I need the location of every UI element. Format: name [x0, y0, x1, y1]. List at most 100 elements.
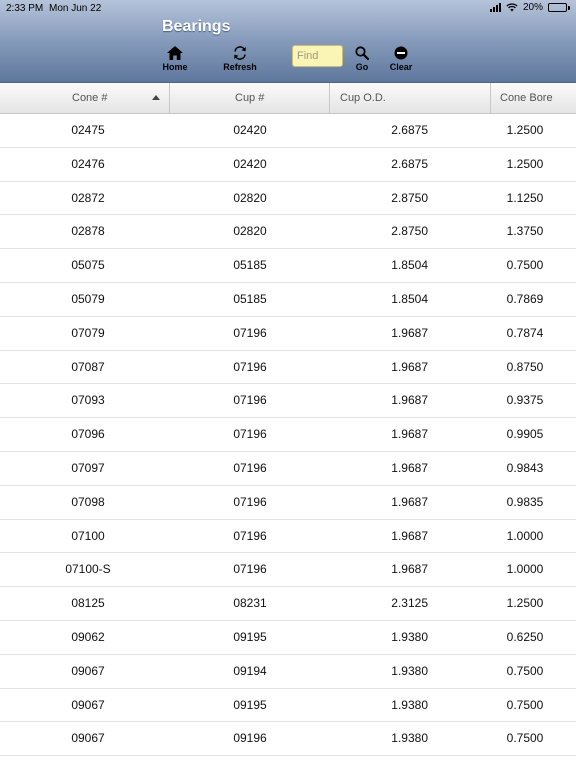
cup-od-cell: 1.8504: [391, 258, 428, 273]
table-row[interactable]: 07100 07196 1.9687 1.0000: [0, 520, 576, 554]
table-row[interactable]: 07079 07196 1.9687 0.7874: [0, 317, 576, 351]
cup-od-cell: 1.9687: [391, 528, 428, 543]
table-row[interactable]: 09067 09195 1.9380 0.7500: [0, 689, 576, 723]
cup-od-cell: 2.3125: [391, 596, 428, 611]
cone-number-cell: 07093: [71, 393, 105, 408]
wifi-icon: [506, 3, 518, 12]
cone-number-cell: 05079: [71, 291, 105, 306]
cup-od-cell: 1.9687: [391, 562, 428, 577]
cup-od-cell: 1.9380: [391, 697, 428, 712]
clear-button[interactable]: Clear: [376, 46, 426, 72]
cone-bore-cell: 0.7500: [506, 258, 544, 273]
cup-od-cell: 2.8750: [391, 224, 428, 239]
sort-ascending-icon: [152, 95, 160, 100]
cup-od-cell: 1.9687: [391, 460, 428, 475]
table-row[interactable]: 07096 07196 1.9687 0.9905: [0, 418, 576, 452]
cup-od-cell: 1.9687: [391, 494, 428, 509]
table-row[interactable]: 09067 09194 1.9380 0.7500: [0, 655, 576, 689]
cone-number-cell: 07100-S: [65, 562, 111, 577]
cup-od-cell: 1.8504: [391, 291, 428, 306]
table-header: Cone # Cup # Cup O.D. Cone Bore: [0, 83, 576, 114]
search-icon: [355, 46, 369, 60]
cup-od-cell: 1.9687: [391, 393, 428, 408]
table-row[interactable]: 09062 09195 1.9380 0.6250: [0, 621, 576, 655]
find-input[interactable]: [292, 45, 343, 67]
cup-od-cell: 2.8750: [391, 190, 428, 205]
column-header-label: Cup O.D.: [340, 92, 386, 104]
status-time: 2:33 PM: [6, 3, 44, 14]
cone-bore-cell: 0.8750: [506, 359, 544, 374]
cone-number-cell: 09067: [71, 663, 105, 678]
clear-label: Clear: [389, 62, 413, 72]
home-label: Home: [162, 62, 188, 72]
status-date: Mon Jun 22: [49, 3, 102, 14]
table-row[interactable]: 09067 09196 1.9380 0.7500: [0, 722, 576, 757]
table-row[interactable]: 07100-S 07196 1.9687 1.0000: [0, 553, 576, 588]
cone-bore-cell: 0.9843: [506, 460, 544, 475]
cone-bore-cell: 1.1250: [506, 190, 544, 205]
cone-bore-cell: 1.3750: [506, 224, 544, 239]
home-icon: [167, 46, 183, 60]
table-row[interactable]: 07093 07196 1.9687 0.9375: [0, 384, 576, 419]
cone-number-cell: 08125: [71, 596, 105, 611]
cone-number-cell: 02872: [71, 190, 105, 205]
cone-number-cell: 02476: [71, 156, 105, 171]
table-row[interactable]: 02476 02420 2.6875 1.2500: [0, 148, 576, 182]
table-row[interactable]: 07098 07196 1.9687 0.9835: [0, 486, 576, 520]
column-header-cup-od[interactable]: Cup O.D.: [330, 83, 491, 114]
table-row[interactable]: 08125 08231 2.3125 1.2500: [0, 587, 576, 621]
column-header-cup[interactable]: Cup #: [170, 83, 330, 114]
cone-number-cell: 07096: [71, 427, 105, 442]
column-header-label: Cone Bore: [500, 92, 553, 104]
table-row[interactable]: 02872 02820 2.8750 1.1250: [0, 182, 576, 216]
cone-number-cell: 07097: [71, 460, 105, 475]
cone-bore-cell: 1.2500: [506, 596, 544, 611]
cone-number-cell: 05075: [71, 258, 105, 273]
refresh-icon: [234, 46, 246, 60]
cup-od-cell: 1.9687: [391, 325, 428, 340]
cone-bore-cell: 0.9835: [506, 494, 544, 509]
cone-bore-cell: 0.7500: [506, 697, 544, 712]
refresh-button[interactable]: Refresh: [215, 46, 265, 72]
status-bar: 2:33 PM Mon Jun 22 20%: [0, 0, 576, 18]
table-row[interactable]: 05079 05185 1.8504 0.7869: [0, 283, 576, 317]
cone-bore-cell: 1.0000: [506, 562, 544, 577]
navigation-bar: 2:33 PM Mon Jun 22 20% Bearings Home Ref…: [0, 0, 576, 83]
table-row[interactable]: 02878 02820 2.8750 1.3750: [0, 215, 576, 250]
cone-bore-cell: 0.6250: [506, 629, 544, 644]
clear-icon: [394, 46, 408, 60]
page-title: Bearings: [162, 18, 231, 35]
cone-number-cell: 07100: [71, 528, 105, 543]
cup-od-cell: 1.9380: [391, 731, 428, 746]
table-row[interactable]: 07097 07196 1.9687 0.9843: [0, 452, 576, 486]
table-row[interactable]: 07087 07196 1.9687 0.8750: [0, 351, 576, 385]
cup-od-cell: 1.9380: [391, 663, 428, 678]
cone-bore-cell: 0.9905: [506, 427, 544, 442]
status-indicators: 20%: [489, 2, 570, 13]
cone-bore-cell: 1.2500: [506, 156, 544, 171]
cone-bore-cell: 0.9375: [506, 393, 544, 408]
cup-od-cell: 1.9687: [391, 359, 428, 374]
cone-bore-cell: 0.7869: [506, 291, 544, 306]
cup-od-cell: 1.9687: [391, 427, 428, 442]
battery-percent: 20%: [522, 2, 543, 13]
cone-bore-cell: 0.7500: [506, 663, 544, 678]
cone-number-cell: 02475: [71, 123, 105, 137]
home-button[interactable]: Home: [150, 46, 200, 72]
cellular-signal-icon: [489, 3, 501, 12]
table-row[interactable]: 05075 05185 1.8504 0.7500: [0, 249, 576, 283]
cone-bore-cell: 0.7874: [506, 325, 544, 340]
refresh-label: Refresh: [223, 62, 257, 72]
cone-number-cell: 09067: [71, 697, 105, 712]
cup-od-cell: 1.9380: [391, 629, 428, 644]
bearings-table-body: 02475 02420 2.6875 1.2500 02476 02420 2.6875 1.…: [0, 114, 576, 757]
column-header-cone[interactable]: Cone #: [0, 83, 170, 114]
column-header-label: Cup #: [235, 92, 265, 104]
table-row[interactable]: 02475 02420 2.6875 1.2500: [0, 114, 576, 148]
cup-od-cell: 2.6875: [391, 156, 428, 171]
cone-number-cell: 09062: [71, 629, 105, 644]
cone-number-cell: 02878: [71, 224, 105, 239]
column-header-cone-bore[interactable]: Cone Bore: [491, 83, 576, 114]
cone-number-cell: 07087: [71, 359, 105, 374]
cone-number-cell: 07098: [71, 494, 105, 509]
